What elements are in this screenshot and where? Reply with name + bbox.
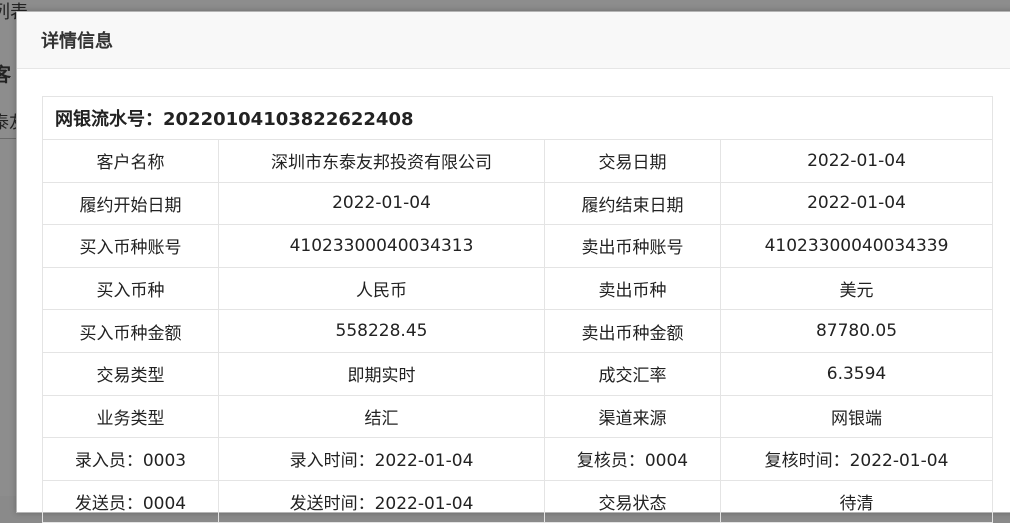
field-label: 复核员：0004 — [544, 437, 721, 481]
table-row: 履约开始日期 2022-01-04 履约结束日期 2022-01-04 — [42, 181, 993, 226]
table-row: 客户名称 深圳市东泰友邦投资有限公司 交易日期 2022-01-04 — [42, 139, 993, 183]
field-value: 2022-01-04 — [720, 181, 993, 226]
background-customer-label: 客 — [0, 64, 12, 86]
field-label: 成交汇率 — [544, 351, 721, 396]
serial-number-value: 20220104103822622408 — [163, 109, 414, 130]
table-row: 买入币种金额 558228.45 卖出币种金额 87780.05 — [42, 309, 993, 353]
field-label: 履约结束日期 — [544, 181, 721, 226]
field-label: 买入币种账号 — [42, 224, 219, 268]
field-label: 卖出币种金额 — [544, 309, 721, 353]
dialog-header[interactable]: 详情信息 — [17, 12, 1010, 69]
field-label: 业务类型 — [42, 394, 219, 439]
field-value: 发送时间：2022-01-04 — [218, 479, 545, 523]
field-value: 6.3594 — [720, 351, 993, 396]
field-value: 558228.45 — [218, 309, 545, 353]
table-row: 录入员：0003 录入时间：2022-01-04 复核员：0004 复核时间：2022… — [42, 437, 993, 481]
field-value: 录入时间：2022-01-04 — [218, 437, 545, 481]
field-value: 41023300040034313 — [218, 224, 545, 268]
field-value: 即期实时 — [218, 351, 545, 396]
dialog-body: 网银流水号：20220104103822622408 客户名称 深圳市东泰友邦投资… — [42, 96, 993, 523]
serial-number-label: 网银流水号： — [55, 109, 163, 130]
serial-number-cell: 网银流水号：20220104103822622408 — [42, 96, 993, 140]
background-divider — [0, 138, 16, 139]
field-label: 卖出币种账号 — [544, 224, 721, 268]
serial-number-row: 网银流水号：20220104103822622408 — [42, 96, 993, 140]
field-label: 交易状态 — [544, 479, 721, 523]
field-label: 渠道来源 — [544, 394, 721, 439]
table-row: 交易类型 即期实时 成交汇率 6.3594 — [42, 351, 993, 396]
detail-dialog: 详情信息 网银流水号：20220104103822622408 客户名称 深圳市东… — [16, 11, 1010, 523]
field-value: 待清 — [720, 479, 993, 523]
field-value: 深圳市东泰友邦投资有限公司 — [218, 139, 545, 183]
field-label: 买入币种 — [42, 266, 219, 311]
field-label: 发送员：0004 — [42, 479, 219, 523]
detail-table: 网银流水号：20220104103822622408 客户名称 深圳市东泰友邦投资… — [42, 96, 993, 523]
field-value: 美元 — [720, 266, 993, 311]
field-value: 结汇 — [218, 394, 545, 439]
field-label: 交易日期 — [544, 139, 721, 183]
field-value: 2022-01-04 — [218, 181, 545, 226]
field-label: 录入员：0003 — [42, 437, 219, 481]
field-value: 87780.05 — [720, 309, 993, 353]
table-row: 买入币种 人民币 卖出币种 美元 — [42, 266, 993, 311]
table-row: 业务类型 结汇 渠道来源 网银端 — [42, 394, 993, 439]
field-label: 交易类型 — [42, 351, 219, 396]
table-row: 买入币种账号 41023300040034313 卖出币种账号 41023300040… — [42, 224, 993, 268]
field-value: 41023300040034339 — [720, 224, 993, 268]
field-value: 人民币 — [218, 266, 545, 311]
field-label: 履约开始日期 — [42, 181, 219, 226]
field-label: 买入币种金额 — [42, 309, 219, 353]
table-row: 发送员：0004 发送时间：2022-01-04 交易状态 待清 — [42, 479, 993, 523]
field-label: 卖出币种 — [544, 266, 721, 311]
field-value: 2022-01-04 — [720, 139, 993, 183]
field-value: 网银端 — [720, 394, 993, 439]
dialog-title: 详情信息 — [41, 31, 113, 52]
field-label: 客户名称 — [42, 139, 219, 183]
field-value: 复核时间：2022-01-04 — [720, 437, 993, 481]
